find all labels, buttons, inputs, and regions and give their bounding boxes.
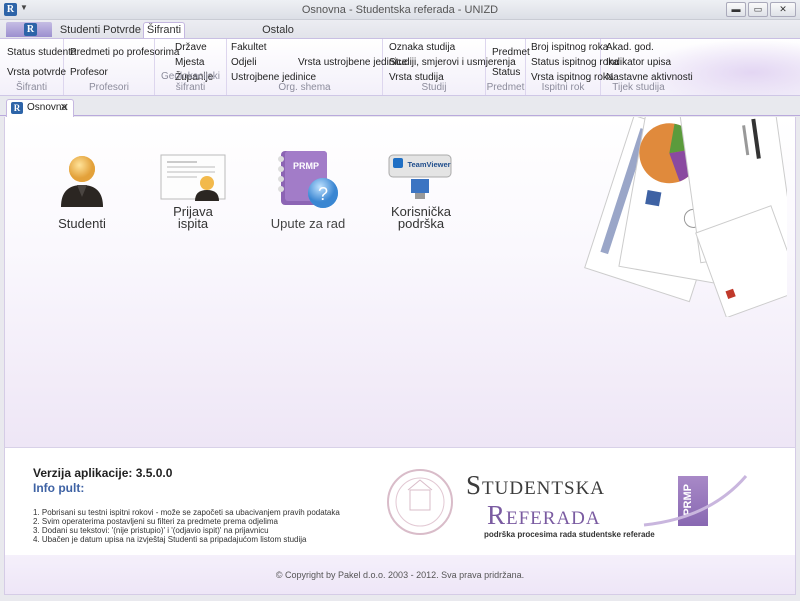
exam-application-icon xyxy=(160,154,226,201)
footer: © Copyright by Pakel d.o.o. 2003 - 2012.… xyxy=(4,555,796,595)
group-predmet: Predmet Status Predmet xyxy=(486,39,530,95)
minimize-button[interactable]: ▬ xyxy=(726,2,746,17)
broj-ispitnog-roka-button[interactable]: Broj ispitnog roka xyxy=(531,42,608,53)
drzave-button[interactable]: Države xyxy=(175,42,207,53)
window-title: Osnovna - Studentska referada - UNIZD xyxy=(301,4,499,16)
ribbon-tab-row: R Studenti Potvrde Šifranti Ostalo xyxy=(0,20,800,39)
info-notes-list: 1. Pobrisani su testni ispitni rokovi - … xyxy=(33,508,340,544)
tab-studenti[interactable]: Studenti xyxy=(58,23,102,38)
oznaka-studija-button[interactable]: Oznaka studija xyxy=(389,42,455,53)
mjesta-button[interactable]: Mjesta xyxy=(175,57,204,68)
korisnicka-podrska-launcher[interactable]: TeamViewer Korisnička podrška xyxy=(383,153,459,233)
brand-line-2: Referada xyxy=(487,500,601,530)
podrska-label: podrška xyxy=(397,216,445,231)
brand-line-1: Studentska xyxy=(466,470,606,500)
prijava-ispita-launcher[interactable]: Prijava ispita xyxy=(157,153,229,233)
predmet-button[interactable]: Predmet xyxy=(492,47,530,58)
indikator-upisa-button[interactable]: Indikator upisa xyxy=(606,57,671,68)
application-menu-button[interactable]: R xyxy=(6,22,52,37)
group-geolokacijski: Države Mjesta Županije Geolokacijski šif… xyxy=(155,39,227,95)
student-person-icon xyxy=(61,156,103,207)
group-label: Tijek studija xyxy=(612,82,665,93)
group-sifranti: Status studenta Vrsta potvrde Šifranti xyxy=(0,39,77,95)
copyright-text: © Copyright by Pakel d.o.o. 2003 - 2012.… xyxy=(275,570,525,580)
title-bar: R ▼ Osnovna - Studentska referada - UNIZ… xyxy=(0,0,800,20)
info-pult-heading: Info pult: xyxy=(33,481,85,495)
profesor-button[interactable]: Profesor xyxy=(70,67,108,78)
close-tab-icon[interactable]: ✕ xyxy=(60,101,69,114)
upute-label: Upute za rad xyxy=(270,216,346,231)
studenti-label: Studenti xyxy=(58,216,106,231)
upute-badge: PRMP xyxy=(293,161,319,171)
app-version: Verzija aplikacije: 3.5.0.0 xyxy=(33,466,173,480)
documents-decoration-icon xyxy=(584,117,787,317)
ispita-label: ispita xyxy=(177,216,209,231)
group-label: Profesori xyxy=(88,82,129,93)
teamviewer-icon: TeamViewer xyxy=(388,154,452,199)
group-label: Šifranti xyxy=(15,82,48,93)
tab-ostalo[interactable]: Ostalo xyxy=(258,23,298,38)
group-label: Ispitni rok xyxy=(541,82,585,93)
group-tijek-studija: Akad. god. Indikator upisa Nastavne akti… xyxy=(601,39,693,95)
brand-tagline: podrška procesima rada studentske refera… xyxy=(484,530,655,539)
fakultet-button[interactable]: Fakultet xyxy=(231,42,267,53)
list-item: 3. Dodani su tekstovi: '(nije pristupio)… xyxy=(33,526,269,535)
teamviewer-text: TeamViewer xyxy=(407,160,450,169)
group-ispitni-rok: Broj ispitnog roka Status ispitnog roka … xyxy=(526,39,619,95)
status-button[interactable]: Status xyxy=(492,67,520,78)
upute-za-rad-launcher[interactable]: PRMP ? Upute za rad xyxy=(267,147,349,231)
tab-sifranti[interactable]: Šifranti xyxy=(143,22,185,39)
group-label: Geolokacijski šifranti xyxy=(161,71,220,93)
tab-potvrde[interactable]: Potvrde xyxy=(102,23,142,38)
group-studij: Oznaka studija Studiji, smjerovi i usmje… xyxy=(383,39,516,95)
svg-text:?: ? xyxy=(318,184,328,204)
group-org-shema: Fakultet Odjeli Ustrojbene jedinice Vrst… xyxy=(227,39,407,95)
manual-book-icon: PRMP ? xyxy=(278,151,338,208)
group-profesori: Predmeti po profesorima Profesor Profeso… xyxy=(64,39,180,95)
list-item: 4. Ubačen je datum upisa na izvještaj St… xyxy=(33,535,307,544)
brand-swoosh-icon xyxy=(643,475,748,527)
maximize-button[interactable]: ▭ xyxy=(748,2,768,17)
ribbon: Status studenta Vrsta potvrde Šifranti P… xyxy=(0,38,800,96)
group-label: Predmet xyxy=(486,82,525,93)
akad-god-button[interactable]: Akad. god. xyxy=(606,42,654,53)
main-panel: Studenti Prijava ispita PRMP ? Upute za … xyxy=(4,117,796,447)
list-item: 1. Pobrisani su testni ispitni rokovi - … xyxy=(33,508,340,517)
doc-tab-osnovna[interactable]: R Osnovna ✕ xyxy=(6,99,74,117)
vrsta-potvrde-button[interactable]: Vrsta potvrde xyxy=(7,67,66,78)
group-label: Org. shema xyxy=(278,82,331,93)
university-seal-icon xyxy=(387,469,453,535)
odjeli-button[interactable]: Odjeli xyxy=(231,57,257,68)
app-logo-icon: R xyxy=(24,23,37,36)
group-label: Studij xyxy=(421,82,447,93)
document-tab-bar: R Osnovna ✕ xyxy=(0,96,800,117)
list-item: 2. Svim operaterima postavljeni su filte… xyxy=(33,517,278,526)
app-logo-icon: R xyxy=(11,102,23,114)
studenti-launcher[interactable]: Studenti xyxy=(47,151,117,231)
close-button[interactable]: ✕ xyxy=(770,2,796,17)
